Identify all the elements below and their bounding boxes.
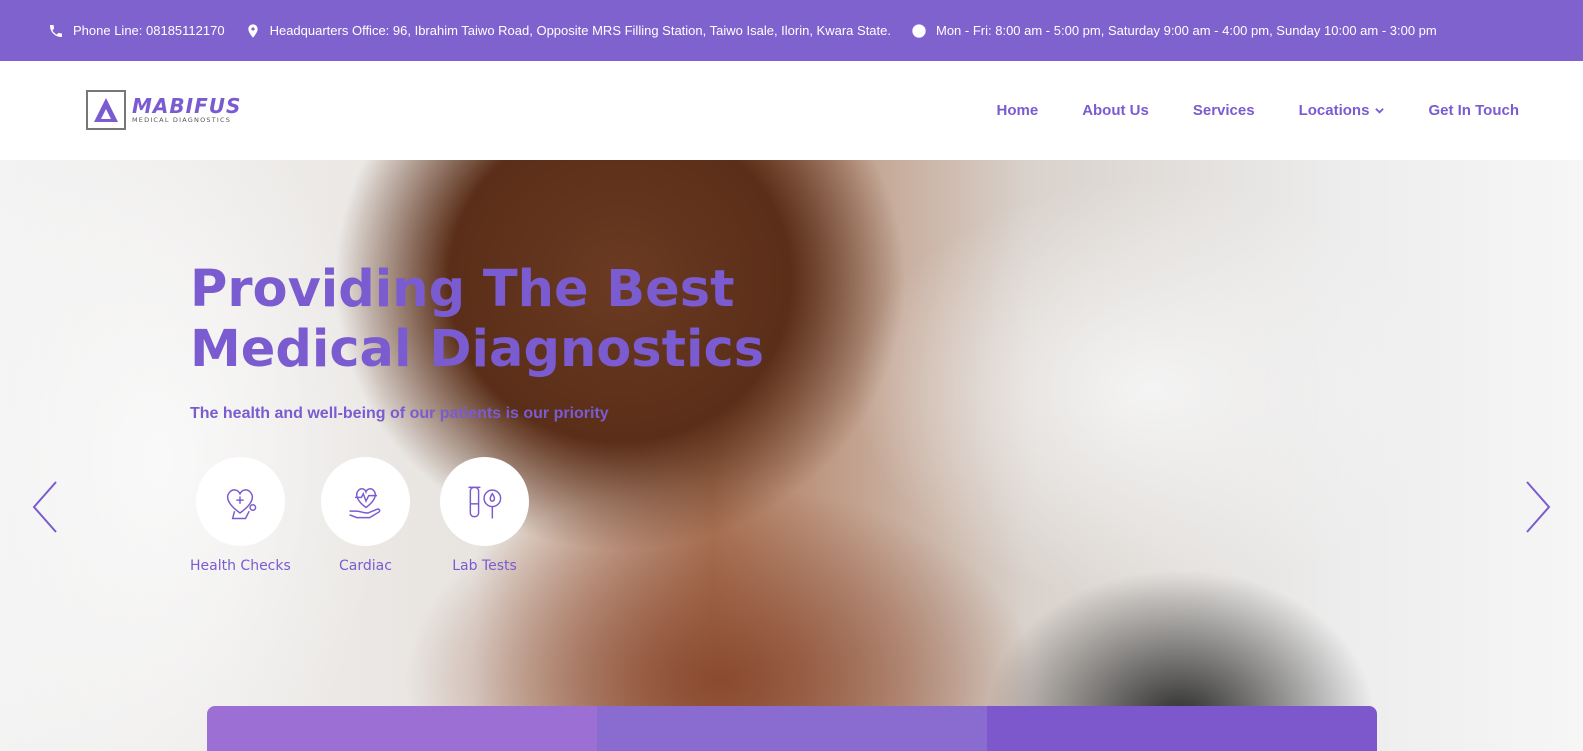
hours-text: Mon - Fri: 8:00 am - 5:00 pm, Saturday 9…	[936, 23, 1437, 38]
slider-next-arrow[interactable]	[1523, 480, 1553, 534]
service-lab-tests[interactable]: Lab Tests	[440, 457, 529, 574]
logo-name: MABIFUS	[132, 93, 242, 118]
nav-get-in-touch[interactable]: Get In Touch	[1428, 102, 1519, 119]
nav-get-in-touch-label: Get In Touch	[1428, 102, 1519, 119]
logo-tagline: MEDICAL DIAGNOSTICS	[132, 115, 232, 124]
service-circle	[321, 457, 410, 546]
chevron-left-icon	[32, 481, 57, 533]
feature-strip-panel-1[interactable]	[207, 706, 597, 751]
service-label: Cardiac	[339, 558, 392, 574]
heart-stethoscope-icon	[227, 488, 257, 519]
service-health-checks[interactable]: Health Checks	[190, 457, 291, 574]
service-label: Lab Tests	[452, 558, 517, 574]
nav-services-label: Services	[1192, 102, 1255, 119]
slider-prev-arrow[interactable]	[30, 480, 60, 534]
feature-strip-panel-2[interactable]	[597, 706, 987, 751]
top-info-bar: Phone Line: 08185112170 Headquarters Off…	[0, 0, 1583, 61]
service-circle	[440, 457, 529, 546]
nav-locations[interactable]: Locations	[1299, 102, 1385, 119]
nav-home-label: Home	[996, 102, 1039, 119]
logo-text: MABIFUS MEDICAL DIAGNOSTICS	[132, 96, 241, 125]
hero-title-line-1: Providing The Best	[190, 260, 735, 319]
site-logo[interactable]: MABIFUS MEDICAL DIAGNOSTICS	[86, 90, 241, 130]
site-header: MABIFUS MEDICAL DIAGNOSTICS Home About U…	[0, 61, 1583, 160]
hero-title-line-2: Medical Diagnostics	[190, 320, 765, 379]
nav-locations-label: Locations	[1298, 102, 1370, 119]
test-tube-blood-icon	[468, 486, 501, 518]
hero-title: Providing The Best Medical Diagnostics	[190, 260, 810, 380]
nav-about-us-label: About Us	[1082, 102, 1149, 119]
address-text: Headquarters Office: 96, Ibrahim Taiwo R…	[269, 23, 891, 38]
chevron-down-icon	[1375, 108, 1385, 114]
nav-home[interactable]: Home	[997, 102, 1039, 119]
chevron-right-icon	[1526, 481, 1551, 533]
feature-strip-panel-3[interactable]	[987, 706, 1377, 751]
hero-slider: Providing The Best Medical Diagnostics T…	[0, 160, 1583, 751]
service-label: Health Checks	[190, 558, 291, 574]
hand-heartbeat-icon	[348, 487, 380, 518]
phone-info[interactable]: Phone Line: 08185112170	[48, 23, 225, 39]
location-pin-icon	[247, 23, 258, 38]
service-circle	[195, 457, 285, 546]
hours-info: Mon - Fri: 8:00 am - 5:00 pm, Saturday 9…	[911, 23, 1437, 39]
nav-about-us[interactable]: About Us	[1082, 102, 1149, 119]
phone-icon	[50, 24, 62, 37]
phone-text: Phone Line: 08185112170	[73, 23, 225, 38]
main-nav: Home About Us Services Locations Get In …	[953, 61, 1520, 160]
service-cardiac[interactable]: Cardiac	[321, 457, 410, 574]
logo-mark-icon	[86, 90, 126, 130]
feature-strip	[207, 706, 1377, 751]
hero-subtitle: The health and well-being of our patient…	[190, 405, 609, 422]
address-info: Headquarters Office: 96, Ibrahim Taiwo R…	[245, 23, 891, 39]
nav-services[interactable]: Services	[1193, 102, 1255, 119]
clock-icon	[912, 23, 926, 38]
